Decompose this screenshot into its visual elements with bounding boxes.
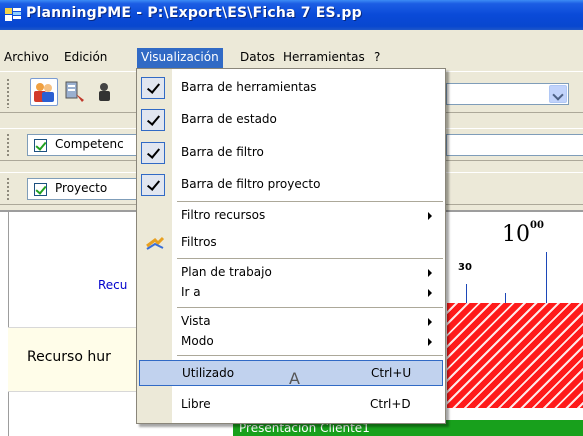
menu-item-label: Barra de herramientas xyxy=(181,80,317,94)
checkmark-icon xyxy=(141,77,165,99)
menu-item-label: Vista xyxy=(181,314,211,328)
menu-item-label: Libre xyxy=(181,397,211,411)
menu-item-project-filterbar[interactable]: Barra de filtro proyecto xyxy=(137,172,445,198)
menu-item-shortcut: Ctrl+D xyxy=(370,397,411,411)
competence-checkbox[interactable] xyxy=(34,139,47,152)
checkmark-icon xyxy=(141,142,165,164)
menu-item-label: Modo xyxy=(181,334,214,348)
person-icon xyxy=(99,83,110,101)
chevron-down-icon[interactable] xyxy=(549,85,567,103)
menu-separator xyxy=(177,355,443,356)
menu-item-label: Plan de trabajo xyxy=(181,265,272,279)
menu-item-resource-filter[interactable]: Filtro recursos xyxy=(137,203,445,229)
submenu-arrow-icon xyxy=(428,338,432,346)
menu-bar: Archivo Edición Visualización Datos Herr… xyxy=(0,46,583,69)
menu-herramientas[interactable]: Herramientas xyxy=(279,49,369,67)
menu-item-label: Utilizado xyxy=(182,366,235,380)
submenu-arrow-icon xyxy=(428,212,432,220)
view-selector[interactable] xyxy=(446,83,569,105)
half-hour-tick xyxy=(466,284,467,304)
project-filter[interactable]: Proyecto xyxy=(27,178,137,200)
planning-app-icon xyxy=(5,8,21,21)
grid-border xyxy=(8,210,9,436)
menu-archivo[interactable]: Archivo xyxy=(0,49,53,67)
menu-item-label: Barra de filtro xyxy=(181,145,264,159)
filter-icon xyxy=(146,236,164,250)
menu-item-free[interactable]: Libre Ctrl+D xyxy=(137,392,445,418)
competence-filter[interactable]: Competenc xyxy=(27,134,137,156)
submenu-arrow-icon xyxy=(428,269,432,277)
menu-separator xyxy=(177,258,443,259)
menu-item-label: Filtro recursos xyxy=(181,208,266,222)
toolbar-grip[interactable] xyxy=(6,177,10,201)
menu-item-label: Ir a xyxy=(181,285,201,299)
menu-separator xyxy=(177,201,443,202)
customers-button[interactable] xyxy=(92,78,110,106)
checkmark-icon xyxy=(141,174,165,196)
submenu-arrow-icon xyxy=(428,318,432,326)
task-list-icon xyxy=(65,81,84,102)
menu-item-label: Filtros xyxy=(181,235,217,249)
time-header-hour: 1000 xyxy=(502,220,544,247)
menu-separator xyxy=(177,307,443,308)
toolbar-grip[interactable] xyxy=(6,133,10,157)
resources-button[interactable] xyxy=(30,78,58,106)
project-filter-label: Proyecto xyxy=(55,181,108,195)
hour-tick xyxy=(546,252,547,304)
toolbar-grip[interactable] xyxy=(6,78,10,108)
tasks-button[interactable] xyxy=(62,78,90,106)
menu-item-mode[interactable]: Modo xyxy=(137,329,445,355)
menu-edicion[interactable]: Edición xyxy=(60,49,111,67)
time-header-minutes: 30 xyxy=(458,262,472,273)
menu-item-statusbar[interactable]: Barra de estado xyxy=(137,107,445,133)
submenu-arrow-icon xyxy=(428,289,432,297)
title-bar: PlanningPME - P:\Export\ES\Ficha 7 ES.pp xyxy=(0,0,583,30)
project-checkbox[interactable] xyxy=(34,183,47,196)
people-icon xyxy=(34,83,54,102)
resources-column-header[interactable]: Recu xyxy=(98,278,127,292)
menu-help[interactable]: ? xyxy=(370,49,384,67)
menu-item-filterbar[interactable]: Barra de filtro xyxy=(137,140,445,166)
competence-filter-label: Competenc xyxy=(55,137,124,151)
menu-visualizacion[interactable]: Visualización xyxy=(137,48,223,69)
resource-row-label: Recurso hur xyxy=(27,349,111,365)
menu-item-label: Barra de estado xyxy=(181,112,277,126)
checkmark-icon xyxy=(141,109,165,131)
menu-item-label: Barra de filtro proyecto xyxy=(181,177,321,191)
menu-item-shortcut: Ctrl+U xyxy=(371,366,412,380)
competence-value-field[interactable] xyxy=(446,134,583,156)
menu-item-goto[interactable]: Ir a xyxy=(137,280,445,306)
menu-item-filters[interactable]: Filtros xyxy=(137,230,445,256)
menu-item-toolbar[interactable]: Barra de herramientas xyxy=(137,75,445,101)
menu-datos[interactable]: Datos xyxy=(236,49,279,67)
text-cursor-glyph: A xyxy=(289,369,300,388)
window-title: PlanningPME - P:\Export\ES\Ficha 7 ES.pp xyxy=(26,5,362,21)
busy-time-block[interactable] xyxy=(447,303,583,408)
